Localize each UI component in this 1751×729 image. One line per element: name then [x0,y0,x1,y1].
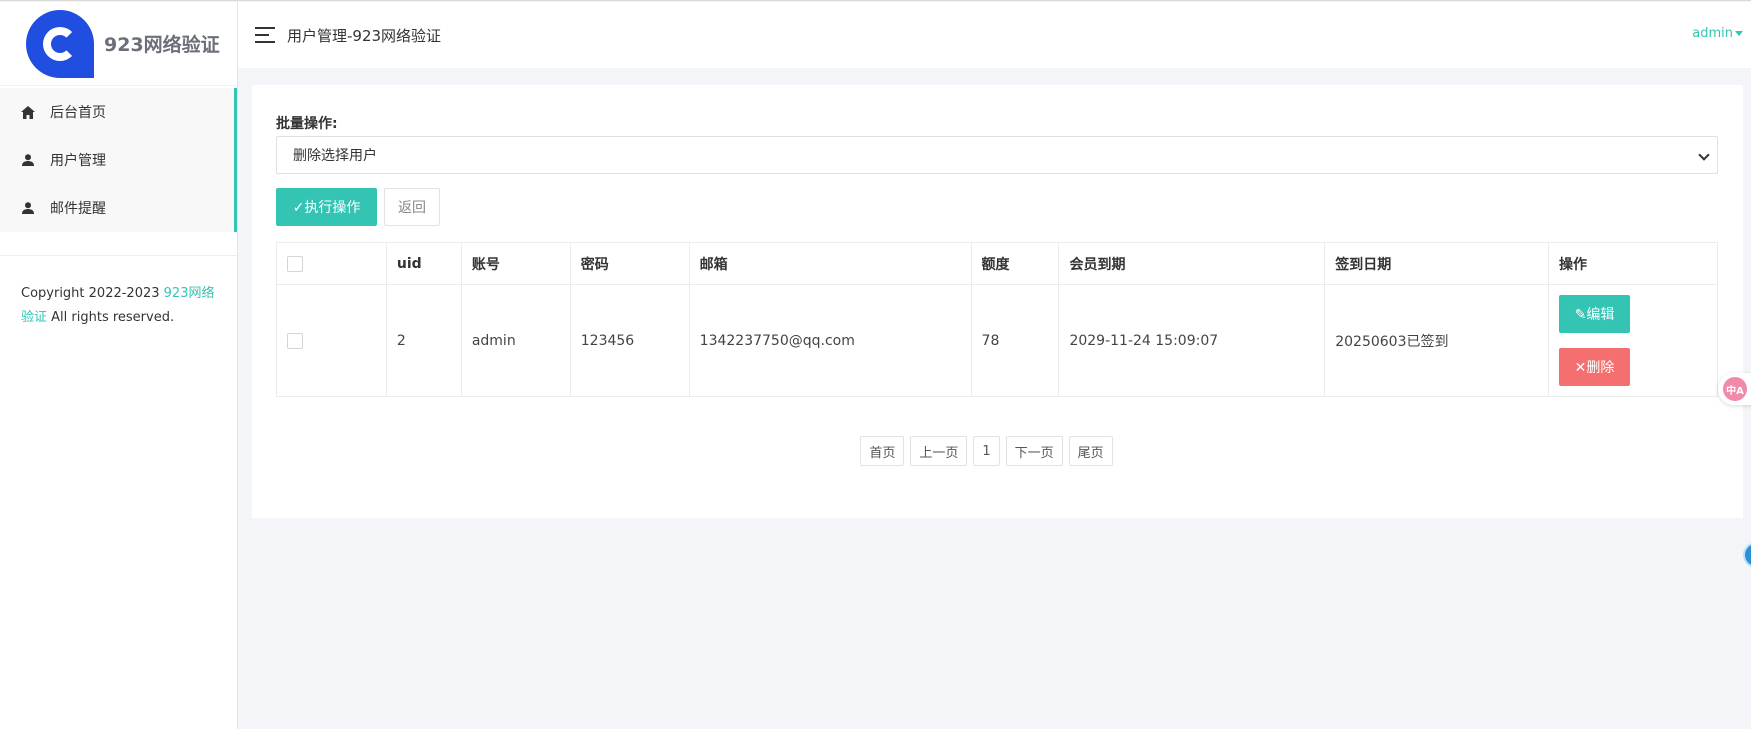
page-last-button[interactable]: 尾页 [1068,436,1113,466]
copyright: Copyright 2022-2023 923网络验证 All rights r… [0,256,237,330]
user-table: uid 账号 密码 邮箱 额度 会员到期 签到日期 操作 2 admin 123… [276,242,1718,397]
select-all-checkbox[interactable] [287,255,303,272]
cell-account: admin [460,284,571,397]
cell-expire: 2029-11-24 15:09:07 [1058,284,1326,397]
user-name: admin [1692,26,1733,41]
sidebar-nav: 后台首页 用户管理 邮件提醒 [0,88,237,232]
batch-action-selected: 删除选择用户 [293,148,377,164]
main-card: 批量操作: 删除选择用户 ✓执行操作 返回 uid 账号 密码 邮箱 额度 会员… [252,85,1743,518]
row-checkbox[interactable] [287,332,303,349]
edit-button[interactable]: ✎编辑 [1559,295,1631,333]
menu-toggle-icon[interactable] [255,27,275,43]
copyright-prefix: Copyright 2022-2023 [21,286,164,301]
cell-actions: ✎编辑 ✕删除 [1548,284,1718,397]
cell-password: 123456 [569,284,690,397]
sidebar-item-label: 用户管理 [50,153,106,169]
sidebar: 923网络验证 后台首页 用户管理 邮件提醒 Copyright 2022-20… [0,2,238,729]
page-prev-button[interactable]: 上一页 [910,436,968,466]
delete-button[interactable]: ✕删除 [1559,348,1631,386]
page-first-button[interactable]: 首页 [860,436,905,466]
brand-logo[interactable]: 923网络验证 [0,2,237,86]
back-button[interactable]: 返回 [384,188,440,226]
chevron-down-icon [1698,149,1710,161]
column-header[interactable]: 会员到期 [1058,242,1326,285]
column-header: 操作 [1548,242,1718,285]
page-next-button[interactable]: 下一页 [1005,436,1063,466]
row-select-cell [276,284,387,397]
sidebar-item-mail-reminder[interactable]: 邮件提醒 [0,184,234,232]
column-header[interactable]: uid [385,242,462,285]
page-title: 用户管理-923网络验证 [287,26,442,45]
brand-name: 923网络验证 [104,34,220,56]
floating-assistant-icon[interactable] [1743,542,1751,568]
table-row: 2 admin 123456 1342237750@qq.com 78 2029… [276,284,1718,397]
column-header[interactable]: 账号 [460,242,571,285]
sidebar-item-label: 后台首页 [50,105,106,121]
sidebar-divider [0,232,237,256]
run-action-button[interactable]: ✓执行操作 [276,188,377,226]
cell-uid: 2 [385,284,462,397]
translate-icon: 中A [1723,377,1747,401]
cell-signin: 20250603已签到 [1324,284,1550,397]
user-menu[interactable]: admin [1692,26,1743,41]
column-header[interactable]: 签到日期 [1324,242,1550,285]
logo-icon [26,9,94,78]
select-all-cell [276,242,387,285]
translate-widget[interactable]: 中A [1718,373,1751,405]
user-icon [20,200,36,216]
pagination: 首页 上一页 1 下一页 尾页 [252,436,1743,466]
column-header[interactable]: 密码 [569,242,690,285]
top-header: 用户管理-923网络验证 admin [238,2,1751,68]
home-icon [20,104,36,120]
copyright-suffix: All rights reserved. [47,310,175,325]
cell-quota: 78 [970,284,1060,397]
caret-down-icon [1735,31,1743,36]
column-header[interactable]: 邮箱 [688,242,972,285]
page-current-button[interactable]: 1 [973,436,1000,466]
sidebar-item-users[interactable]: 用户管理 [0,136,234,184]
cell-email: 1342237750@qq.com [688,284,972,397]
sidebar-item-dashboard[interactable]: 后台首页 [0,88,234,136]
column-header[interactable]: 额度 [970,242,1060,285]
table-header-row: uid 账号 密码 邮箱 额度 会员到期 签到日期 操作 [276,242,1718,285]
sidebar-item-label: 邮件提醒 [50,201,106,217]
user-icon [20,152,36,168]
batch-label: 批量操作: [276,116,338,132]
batch-action-select[interactable]: 删除选择用户 [276,136,1718,174]
